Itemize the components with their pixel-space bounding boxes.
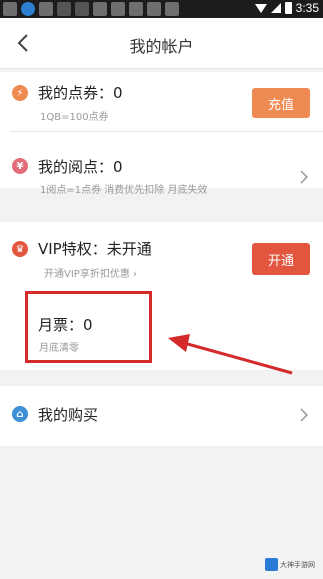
red-arrow-icon bbox=[168, 334, 293, 375]
vip-status: VIP特权：未开通 bbox=[38, 240, 152, 258]
divider bbox=[10, 131, 323, 132]
media-icon bbox=[147, 2, 161, 16]
app-icon bbox=[57, 2, 71, 16]
yen-icon: ¥ bbox=[12, 158, 28, 174]
balance-card: ⚡ 我的点券：0 1QB=100点券 充值 ¥ 我的阅点：0 1阅点=1点券 消… bbox=[0, 72, 323, 196]
wifi-icon bbox=[254, 3, 267, 13]
chevron-right-icon bbox=[300, 408, 309, 422]
page-title: 我的帐户 bbox=[129, 37, 194, 56]
app-icon bbox=[165, 2, 179, 16]
app-header: 我的帐户 bbox=[0, 18, 323, 69]
watermark-text: 大神手游网 bbox=[280, 560, 315, 569]
watermark: 大神手游网 bbox=[265, 558, 315, 571]
status-bar: 3:35 bbox=[0, 0, 323, 18]
coin-icon: ⚡ bbox=[12, 85, 28, 101]
my-purchases-label: 我的购买 bbox=[38, 406, 99, 424]
battery-icon bbox=[284, 2, 292, 14]
recharge-button[interactable]: 充值 bbox=[252, 88, 310, 118]
settings-icon bbox=[129, 2, 143, 16]
crown-icon: ♛ bbox=[12, 241, 28, 257]
highlight-box bbox=[25, 291, 152, 363]
coupon-balance: 我的点券：0 bbox=[38, 84, 123, 102]
clock: 3:35 bbox=[295, 1, 319, 15]
site-logo-icon bbox=[265, 558, 278, 571]
readpoint-note: 1阅点=1点券 消费优先扣除 月底失效 bbox=[40, 185, 208, 196]
app-icon bbox=[75, 2, 89, 16]
camera-icon bbox=[93, 2, 107, 16]
activate-vip-button[interactable]: 开通 bbox=[252, 243, 310, 275]
notification-icons bbox=[3, 2, 179, 16]
image-icon bbox=[39, 2, 53, 16]
purchases-card[interactable]: ⌂ 我的购买 bbox=[0, 386, 323, 446]
vip-promo-link[interactable]: 开通VIP享折扣优惠 › bbox=[44, 265, 137, 280]
paw-icon bbox=[111, 2, 125, 16]
signal-icon bbox=[270, 3, 281, 13]
notification-icon bbox=[3, 2, 17, 16]
browser-icon bbox=[21, 2, 35, 16]
readpoint-balance: 我的阅点：0 bbox=[38, 158, 123, 176]
basket-icon: ⌂ bbox=[12, 406, 28, 422]
coupon-rate-note: 1QB=100点券 bbox=[40, 112, 109, 123]
chevron-right-icon bbox=[300, 170, 309, 184]
